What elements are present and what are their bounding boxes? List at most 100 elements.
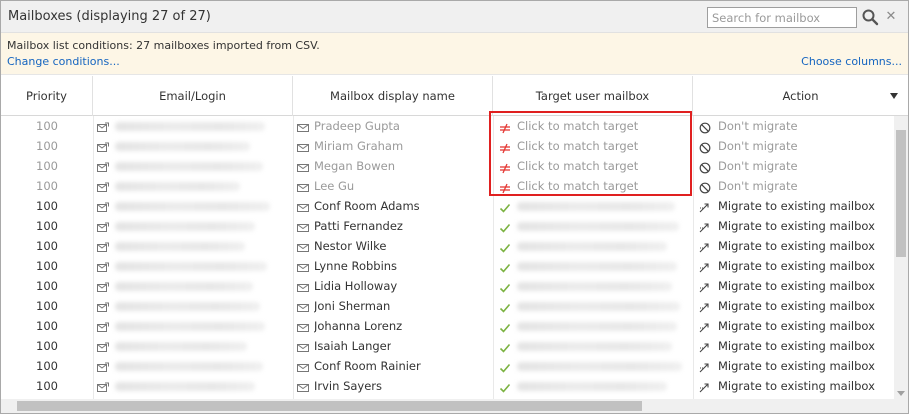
check-icon	[499, 320, 511, 333]
mail-icon	[297, 360, 309, 372]
check-icon	[499, 220, 511, 233]
priority-cell: 100	[36, 119, 58, 133]
table-row[interactable]: 100 Isaiah Langer Migrate to existing mail…	[1, 336, 894, 356]
table-row[interactable]: 100 Conf Room Rainier Migrate to existing …	[1, 356, 894, 376]
column-header-action[interactable]: Action	[693, 76, 908, 116]
vertical-scrollbar[interactable]	[894, 116, 908, 399]
table-row[interactable]: 100 Nestor Wilke Migrate to existing mailb…	[1, 236, 894, 256]
email-redacted	[115, 382, 255, 391]
action-cell[interactable]: Don't migrate	[718, 176, 798, 196]
table-row[interactable]: 100 Lee Gu Click to match target Don't migr…	[1, 176, 894, 196]
action-cell[interactable]: Migrate to existing mailbox	[718, 316, 875, 336]
column-header-priority[interactable]: Priority	[1, 76, 93, 116]
priority-cell: 100	[36, 339, 58, 353]
action-cell[interactable]: Don't migrate	[718, 156, 798, 176]
action-cell[interactable]: Migrate to existing mailbox	[718, 376, 875, 396]
target-redacted	[517, 242, 667, 251]
match-target-link[interactable]: Click to match target	[517, 156, 638, 176]
search-input[interactable]	[707, 7, 857, 28]
email-redacted	[115, 182, 240, 191]
display-name-cell: Isaiah Langer	[314, 339, 392, 353]
email-redacted	[115, 222, 255, 231]
column-header-email[interactable]: Email/Login	[93, 76, 293, 116]
action-cell[interactable]: Migrate to existing mailbox	[718, 276, 875, 296]
table-row[interactable]: 100 Joni Sherman Migrate to existing mailb…	[1, 296, 894, 316]
outgoing-mail-icon	[97, 340, 109, 352]
migrate-arrow-icon	[699, 220, 711, 233]
migrate-arrow-icon	[699, 260, 711, 273]
column-header-action-label: Action	[782, 89, 819, 103]
table-row[interactable]: 100 Conf Room Adams Migrate to existing ma…	[1, 196, 894, 216]
horizontal-scrollbar[interactable]	[1, 399, 908, 413]
email-redacted	[115, 322, 265, 331]
match-target-link[interactable]: Click to match target	[517, 176, 638, 196]
vertical-scroll-thumb[interactable]	[896, 130, 906, 257]
outgoing-mail-icon	[97, 260, 109, 272]
column-header-display-name[interactable]: Mailbox display name	[293, 76, 493, 116]
table-row[interactable]: 100 Johanna Lorenz Migrate to existing mai…	[1, 316, 894, 336]
target-redacted	[517, 222, 679, 231]
target-redacted	[517, 282, 672, 291]
priority-cell: 100	[36, 279, 58, 293]
table-row[interactable]: 100 Patti Fernandez Migrate to existing ma…	[1, 216, 894, 236]
choose-columns-link[interactable]: Choose columns...	[801, 55, 902, 68]
not-equal-icon	[499, 180, 511, 194]
display-name-cell: Nestor Wilke	[314, 239, 387, 253]
close-icon[interactable]: ✕	[884, 8, 898, 26]
title-bar: Mailboxes (displaying 27 of 27) ✕	[1, 1, 908, 33]
action-cell[interactable]: Migrate to existing mailbox	[718, 256, 875, 276]
table-row[interactable]: 100 Miriam Graham Click to match target Don…	[1, 136, 894, 156]
target-redacted	[517, 262, 677, 271]
action-cell[interactable]: Don't migrate	[718, 136, 798, 156]
column-header-target[interactable]: Target user mailbox	[493, 76, 693, 116]
action-cell[interactable]: Don't migrate	[718, 116, 798, 136]
outgoing-mail-icon	[97, 280, 109, 292]
action-cell[interactable]: Migrate to existing mailbox	[718, 356, 875, 376]
email-redacted	[115, 262, 267, 271]
email-redacted	[115, 202, 270, 211]
table-row[interactable]: 100 Lidia Holloway Migrate to existing mai…	[1, 276, 894, 296]
outgoing-mail-icon	[97, 140, 109, 152]
priority-cell: 100	[36, 359, 58, 373]
mail-icon	[297, 160, 309, 172]
display-name-cell: Lee Gu	[314, 179, 355, 193]
mail-icon	[297, 240, 309, 252]
mail-icon	[297, 280, 309, 292]
match-target-link[interactable]: Click to match target	[517, 136, 638, 156]
action-cell[interactable]: Migrate to existing mailbox	[718, 236, 875, 256]
table-row[interactable]: 100 Megan Bowen Click to match target Don't…	[1, 156, 894, 176]
table-row[interactable]: 100 Lynne Robbins Migrate to existing mail…	[1, 256, 894, 276]
action-cell[interactable]: Migrate to existing mailbox	[718, 216, 875, 236]
outgoing-mail-icon	[97, 180, 109, 192]
mail-icon	[297, 200, 309, 212]
outgoing-mail-icon	[97, 380, 109, 392]
table-row[interactable]: 100 Pradeep Gupta Click to match target Don…	[1, 116, 894, 136]
priority-cell: 100	[36, 319, 58, 333]
action-cell[interactable]: Migrate to existing mailbox	[718, 296, 875, 316]
check-icon	[499, 280, 511, 293]
priority-cell: 100	[36, 379, 58, 393]
action-cell[interactable]: Migrate to existing mailbox	[718, 336, 875, 356]
outgoing-mail-icon	[97, 220, 109, 232]
change-conditions-link[interactable]: Change conditions...	[7, 55, 120, 68]
migrate-arrow-icon	[699, 380, 711, 393]
outgoing-mail-icon	[97, 360, 109, 372]
check-icon	[499, 260, 511, 273]
scroll-down-icon[interactable]	[897, 391, 905, 396]
priority-cell: 100	[36, 219, 58, 233]
match-target-link[interactable]: Click to match target	[517, 116, 638, 136]
email-redacted	[115, 122, 265, 131]
mail-icon	[297, 380, 309, 392]
action-cell[interactable]: Migrate to existing mailbox	[718, 196, 875, 216]
outgoing-mail-icon	[97, 200, 109, 212]
email-redacted	[115, 142, 250, 151]
priority-cell: 100	[36, 199, 58, 213]
search-icon[interactable]	[861, 8, 879, 26]
table-row[interactable]: 100 Irvin Sayers Migrate to existing mailb…	[1, 376, 894, 396]
horizontal-scroll-thumb[interactable]	[17, 401, 642, 411]
mail-icon	[297, 180, 309, 192]
outgoing-mail-icon	[97, 320, 109, 332]
display-name-cell: Conf Room Rainier	[314, 359, 421, 373]
dropdown-arrow-icon[interactable]	[890, 93, 898, 99]
no-entry-icon	[699, 120, 711, 134]
